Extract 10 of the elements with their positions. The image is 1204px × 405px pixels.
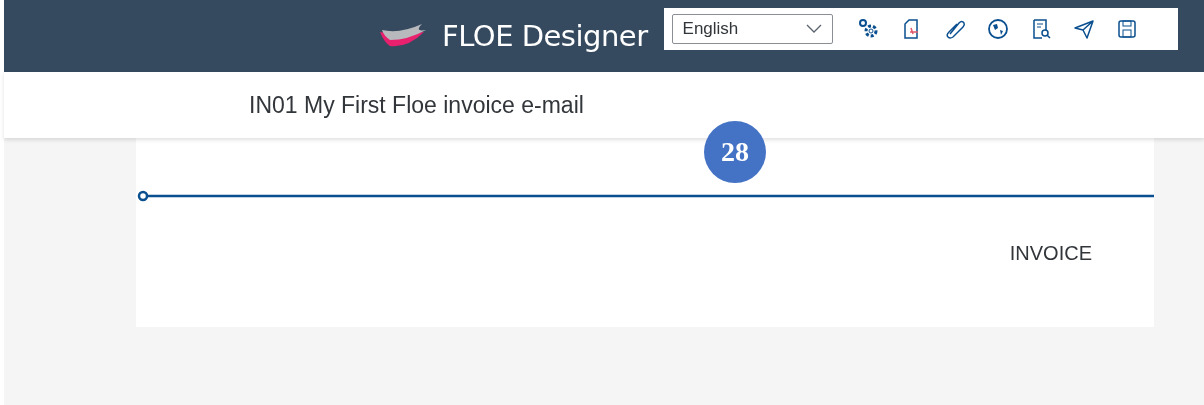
language-dropdown[interactable]: English <box>671 14 833 44</box>
globe-icon[interactable] <box>986 18 1009 40</box>
invoice-heading: INVOICE <box>1009 242 1092 265</box>
app-title: FLOE Designer <box>442 19 648 53</box>
callout-badge: 28 <box>704 121 766 183</box>
chevron-down-icon <box>805 24 822 34</box>
document-title: IN01 My First Floe invoice e-mail <box>249 91 584 119</box>
settings-icon[interactable] <box>857 18 880 40</box>
send-icon[interactable] <box>1072 18 1095 40</box>
save-icon[interactable] <box>1115 18 1138 40</box>
